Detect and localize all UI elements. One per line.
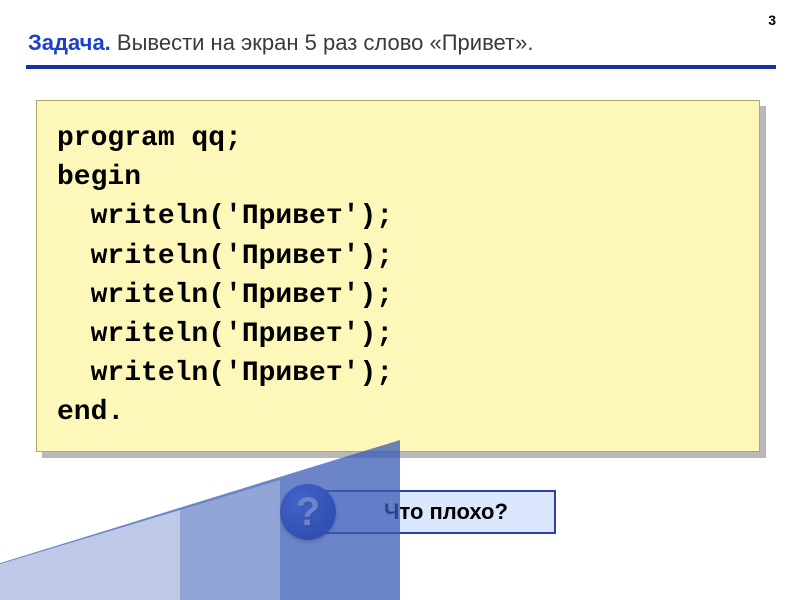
header-divider [26,65,776,69]
code-block: program qq; begin writeln('Привет'); wri… [36,100,760,452]
task-label: Задача. [28,30,111,55]
page-number: 3 [768,12,776,28]
code-block-container: program qq; begin writeln('Привет'); wri… [36,100,760,452]
slide-header: Задача. Вывести на экран 5 раз слово «Пр… [28,30,776,56]
task-text: Вывести на экран 5 раз слово «Привет». [111,30,534,55]
decorative-triangle-3 [0,510,180,600]
question-text: Что плохо? [384,499,508,525]
